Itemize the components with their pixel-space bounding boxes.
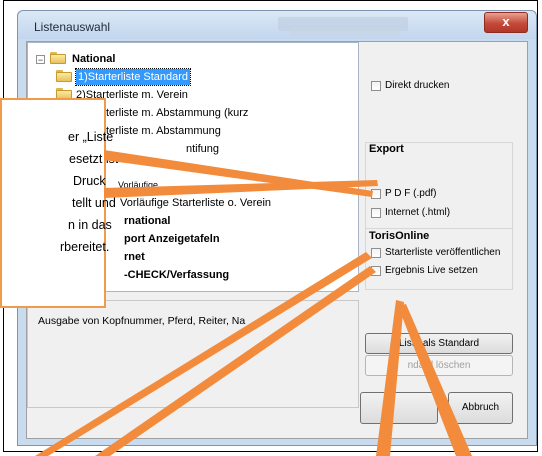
annotation-callout: er „Liste esetzt ist Druck tellt und n i…: [0, 98, 118, 308]
folder-icon: [56, 70, 72, 82]
tree-label: rnet: [124, 251, 145, 263]
ergebnis-live-checkbox[interactable]: [371, 266, 381, 276]
pdf-checkbox[interactable]: [371, 189, 381, 199]
standard-loeschen-button[interactable]: ndard löschen: [365, 355, 513, 376]
tree-label: rnational: [124, 215, 171, 227]
tree-label: -CHECK/Verfassung: [124, 269, 230, 281]
callout-line: n in das: [68, 218, 112, 232]
abbruch-button[interactable]: Abbruch: [448, 392, 513, 424]
title-bar[interactable]: Listenauswahl x: [18, 11, 536, 39]
starterliste-veroeffentlichen-label: Starterliste veröffentlichen: [385, 247, 501, 258]
tree-label-selected: 1)Starterliste Standard: [74, 68, 192, 86]
tree-label: ntifung: [186, 143, 220, 155]
close-button[interactable]: x: [484, 12, 528, 33]
window-title: Listenauswahl: [34, 20, 111, 34]
description-text: Ausgabe von Kopfnummer, Pferd, Reiter, N…: [38, 315, 246, 327]
liste-als-standard-button[interactable]: Liste als Standard: [365, 333, 513, 354]
callout-line: esetzt ist: [69, 152, 119, 166]
title-ghost-text-2: [290, 27, 400, 36]
folder-icon: [50, 52, 66, 64]
description-panel: Ausgabe von Kopfnummer, Pferd, Reiter, N…: [27, 300, 359, 408]
callout-line: tellt und: [72, 196, 116, 210]
callout-line: rbereitet.: [60, 240, 110, 254]
tree-label: Vorläufige Starterliste o. Verein: [120, 197, 272, 209]
ok-button[interactable]: [360, 392, 438, 424]
starterliste-veroeffentlichen-checkbox[interactable]: [371, 248, 381, 258]
tree-label: National: [72, 53, 116, 65]
internet-label: Internet (.html): [385, 207, 451, 218]
collapse-toggle-icon[interactable]: −: [36, 55, 45, 65]
tree-label: port Anzeigetafeln: [124, 233, 220, 245]
callout-line: Druck: [73, 174, 106, 188]
ergebnis-live-label: Ergebnis Live setzen: [385, 265, 478, 276]
direkt-drucken-checkbox[interactable]: [371, 81, 381, 91]
pdf-label: P D F (.pdf): [385, 188, 437, 199]
internet-checkbox[interactable]: [371, 208, 381, 218]
torisonline-title: TorisOnline: [369, 230, 430, 242]
tree-label: Vorläufige: [118, 180, 159, 190]
tree-node-national[interactable]: − National: [36, 51, 356, 67]
export-title: Export: [369, 143, 404, 155]
direkt-drucken-label: Direkt drucken: [385, 80, 450, 91]
callout-line: er „Liste: [68, 130, 114, 144]
